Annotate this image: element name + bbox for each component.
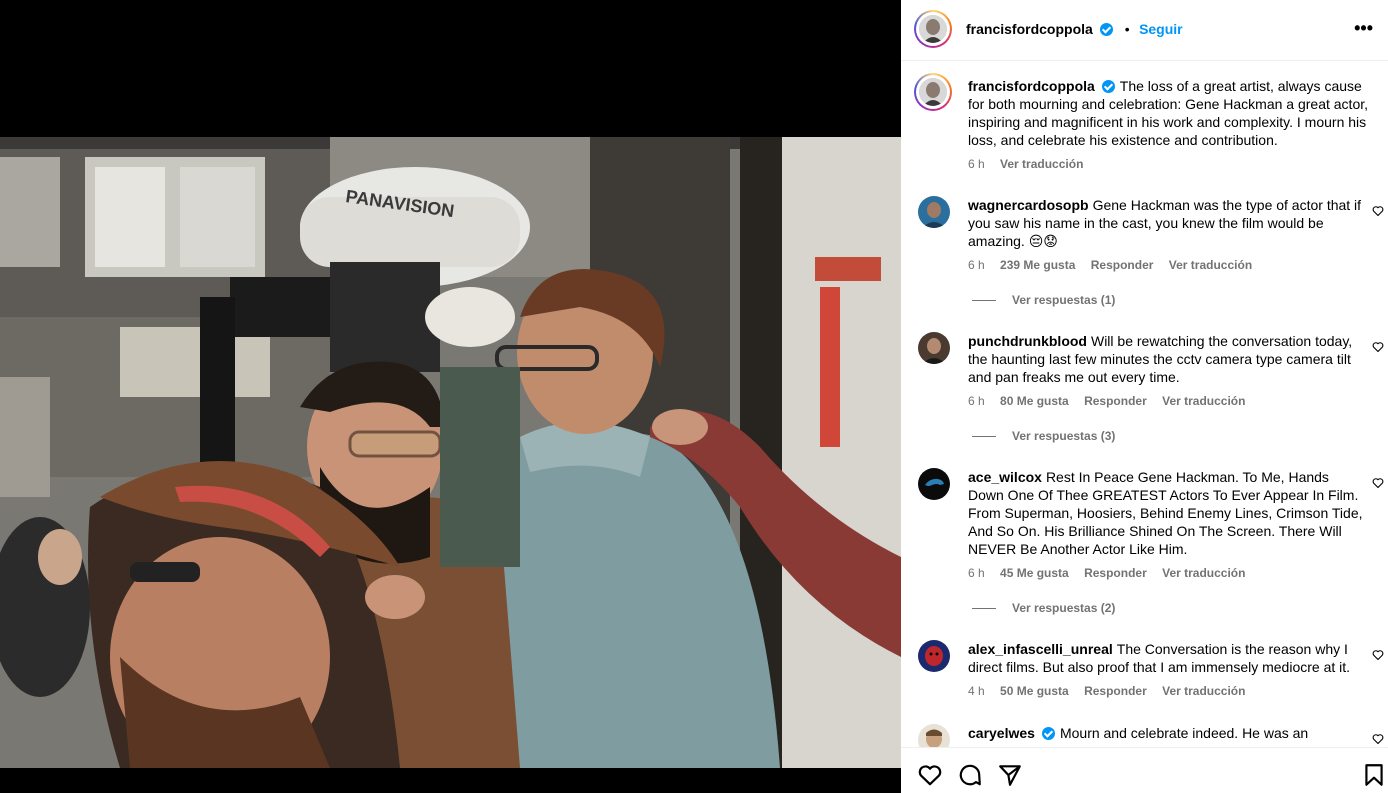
comment-text-block: caryelwes Mourn and celebrate indeed. He …: [968, 724, 1363, 742]
comment-text-block: wagnercardosopb Gene Hackman was the type…: [968, 196, 1363, 250]
verified-badge-icon: [1101, 80, 1115, 93]
commenter-avatar[interactable]: [918, 468, 950, 500]
comment-username[interactable]: punchdrunkblood: [968, 333, 1087, 349]
post-photo[interactable]: PANAVISION: [0, 137, 901, 768]
comment-meta: 6 h 239 Me gusta Responder Ver traducció…: [968, 258, 1264, 272]
view-replies-label: Ver respuestas (1): [1012, 293, 1116, 307]
comment-username[interactable]: alex_infascelli_unreal: [968, 641, 1113, 657]
comment-time: 6 h: [968, 566, 985, 580]
comment-reply-button[interactable]: Responder: [1084, 684, 1147, 698]
view-replies-button[interactable]: Ver respuestas (2): [972, 601, 1115, 615]
comment-item: punchdrunkblood Will be rewatching the co…: [901, 332, 1388, 452]
commenter-avatar[interactable]: [918, 640, 950, 672]
bookmark-icon[interactable]: [1361, 762, 1387, 788]
follow-button[interactable]: Seguir: [1139, 21, 1183, 37]
post-media: PANAVISION: [0, 0, 901, 793]
post-caption: francisfordcoppola The loss of a great ar…: [901, 73, 1388, 183]
view-replies-button[interactable]: Ver respuestas (3): [972, 429, 1115, 443]
caption-author-avatar[interactable]: [914, 73, 952, 111]
comment-username[interactable]: ace_wilcox: [968, 469, 1042, 485]
caption-username[interactable]: francisfordcoppola: [968, 78, 1095, 94]
comment-time: 6 h: [968, 258, 985, 272]
comment-username[interactable]: caryelwes: [968, 725, 1035, 741]
replies-line: [972, 300, 996, 302]
comment-like-heart-icon[interactable]: [1372, 649, 1384, 661]
commenter-avatar[interactable]: [918, 196, 950, 228]
comment-likes[interactable]: 239 Me gusta: [1000, 258, 1075, 272]
comment-meta: 6 h 80 Me gusta Responder Ver traducción: [968, 394, 1257, 408]
comment-item: ace_wilcox Rest In Peace Gene Hackman. To…: [901, 468, 1388, 618]
post-header: francisfordcoppola • Seguir •••: [901, 0, 1388, 61]
comment-meta: 4 h 50 Me gusta Responder Ver traducción: [968, 684, 1257, 698]
replies-line: [972, 608, 996, 610]
comment-reply-button[interactable]: Responder: [1084, 394, 1147, 408]
author-avatar[interactable]: [914, 10, 952, 48]
comment-meta: 6 h 45 Me gusta Responder Ver traducción: [968, 566, 1257, 580]
replies-line: [972, 436, 996, 438]
comment-likes[interactable]: 50 Me gusta: [1000, 684, 1069, 698]
comment-text-block: punchdrunkblood Will be rewatching the co…: [968, 332, 1363, 386]
author-avatar-image: [919, 15, 947, 43]
share-icon[interactable]: [997, 762, 1023, 788]
comment-translate-link[interactable]: Ver traducción: [1162, 566, 1245, 580]
comment-item: alex_infascelli_unreal The Conversation i…: [901, 640, 1388, 700]
commenter-avatar[interactable]: [918, 332, 950, 364]
comment-like-heart-icon[interactable]: [1372, 341, 1384, 353]
comment-likes[interactable]: 45 Me gusta: [1000, 566, 1069, 580]
caption-text-block: francisfordcoppola The loss of a great ar…: [968, 77, 1368, 149]
heart-icon[interactable]: [917, 762, 943, 788]
photo-illustration: PANAVISION: [0, 137, 901, 768]
comment-translate-link[interactable]: Ver traducción: [1162, 684, 1245, 698]
comment-translate-link[interactable]: Ver traducción: [1169, 258, 1252, 272]
comment-item: caryelwes Mourn and celebrate indeed. He …: [901, 724, 1388, 747]
view-replies-label: Ver respuestas (2): [1012, 601, 1116, 615]
comment-like-heart-icon[interactable]: [1372, 733, 1384, 745]
comment-like-heart-icon[interactable]: [1372, 477, 1384, 489]
caption-avatar-image: [919, 78, 947, 106]
verified-badge-icon: [1100, 23, 1114, 36]
comment-reply-button[interactable]: Responder: [1091, 258, 1154, 272]
comment-time: 4 h: [968, 684, 985, 698]
commenter-avatar[interactable]: [918, 724, 950, 747]
verified-badge-icon: [1041, 727, 1055, 740]
post-side-panel: francisfordcoppola • Seguir ••• francisf…: [901, 0, 1388, 793]
post-action-bar: [901, 747, 1388, 793]
comment-text-block: ace_wilcox Rest In Peace Gene Hackman. To…: [968, 468, 1363, 558]
comment-item: wagnercardosopb Gene Hackman was the type…: [901, 196, 1388, 316]
caption-meta: 6 h Ver traducción: [968, 157, 1095, 171]
comment-reply-button[interactable]: Responder: [1084, 566, 1147, 580]
comment-username[interactable]: wagnercardosopb: [968, 197, 1089, 213]
header-separator: •: [1124, 21, 1130, 37]
comment-icon[interactable]: [957, 762, 983, 788]
more-options-icon[interactable]: •••: [1354, 19, 1373, 37]
caption-translate-link[interactable]: Ver traducción: [1000, 157, 1083, 171]
author-username[interactable]: francisfordcoppola: [966, 21, 1093, 37]
comment-like-heart-icon[interactable]: [1372, 205, 1384, 217]
comments-scroll-area[interactable]: francisfordcoppola The loss of a great ar…: [901, 61, 1388, 747]
caption-time: 6 h: [968, 157, 985, 171]
comment-text: Mourn and celebrate indeed. He was an: [1059, 725, 1309, 741]
comment-text-block: alex_infascelli_unreal The Conversation i…: [968, 640, 1363, 676]
view-replies-button[interactable]: Ver respuestas (1): [972, 293, 1115, 307]
comment-time: 6 h: [968, 394, 985, 408]
comment-likes[interactable]: 80 Me gusta: [1000, 394, 1069, 408]
comment-translate-link[interactable]: Ver traducción: [1162, 394, 1245, 408]
view-replies-label: Ver respuestas (3): [1012, 429, 1116, 443]
